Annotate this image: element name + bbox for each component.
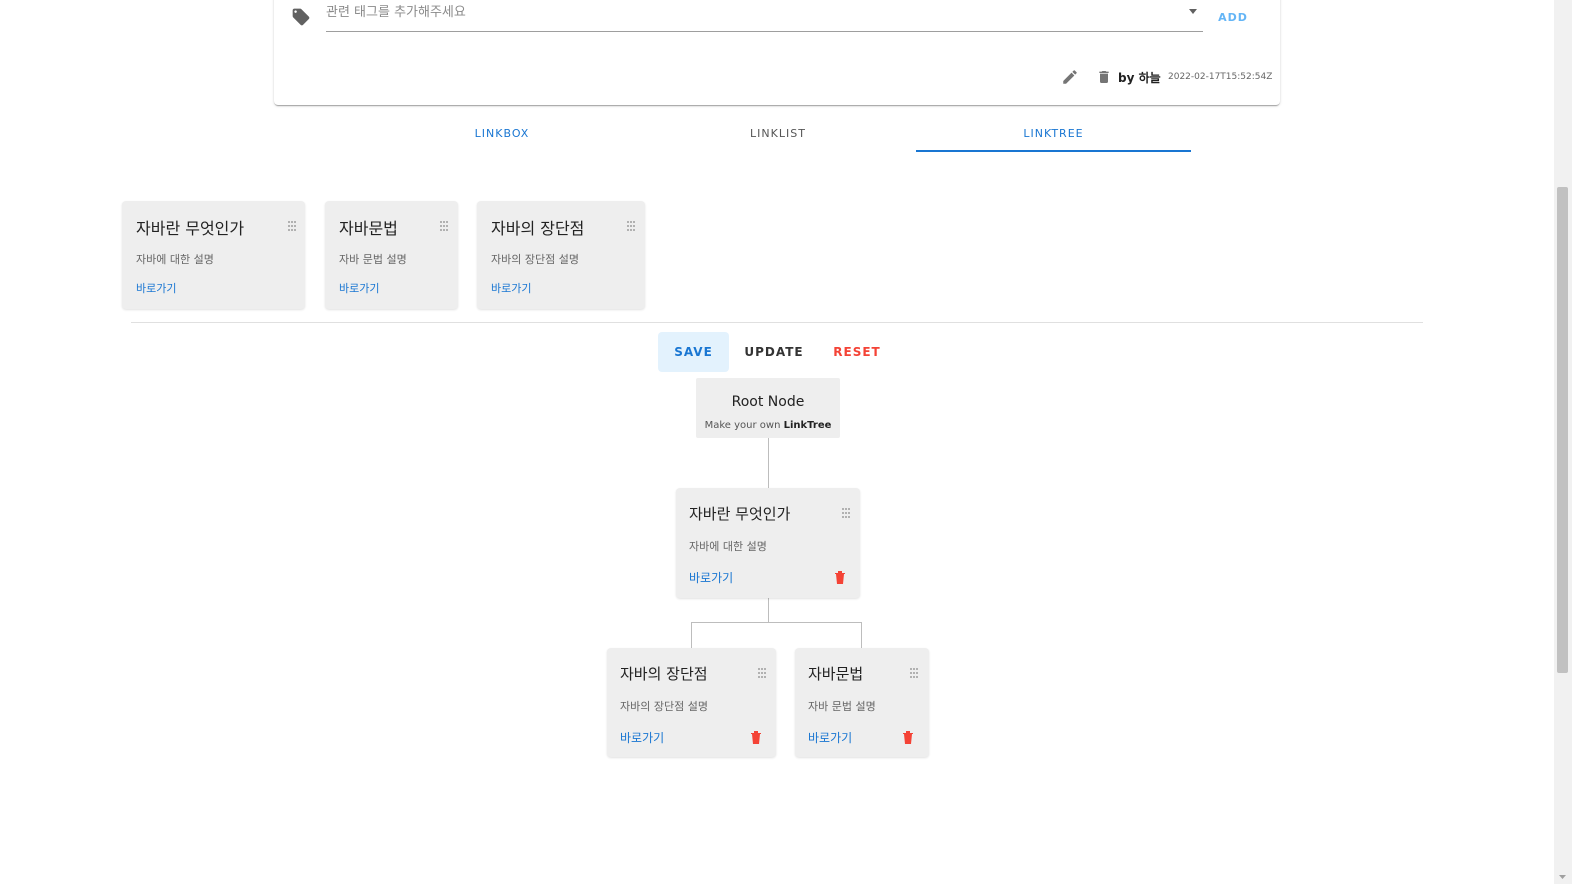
- tree-connector: [691, 622, 692, 648]
- card-title: 자바의 장단점: [491, 219, 585, 238]
- card-goto-link[interactable]: 바로가기: [339, 280, 379, 296]
- drag-handle-icon[interactable]: [841, 507, 851, 519]
- scrollbar-thumb[interactable]: [1557, 187, 1568, 673]
- node-description: 자바 문법 설명: [808, 700, 876, 713]
- tree-connector: [768, 438, 769, 488]
- dropdown-caret-icon[interactable]: [1186, 6, 1200, 16]
- card-description: 자바의 장단점 설명: [491, 253, 579, 266]
- tree-connector: [691, 622, 862, 623]
- drag-handle-icon[interactable]: [439, 220, 449, 232]
- delete-node-icon[interactable]: [834, 570, 846, 584]
- node-description: 자바에 대한 설명: [689, 540, 767, 553]
- delete-post-icon[interactable]: [1096, 68, 1112, 86]
- root-node-subtitle: Make your own LinkTree: [704, 420, 832, 431]
- palette-card[interactable]: 자바의 장단점 자바의 장단점 설명 바로가기: [477, 201, 645, 309]
- scroll-down-arrow-icon[interactable]: [1557, 872, 1568, 882]
- drag-handle-icon[interactable]: [626, 220, 636, 232]
- card-goto-link[interactable]: 바로가기: [491, 280, 531, 296]
- card-description: 자바 문법 설명: [339, 253, 407, 266]
- node-description: 자바의 장단점 설명: [620, 700, 708, 713]
- tree-node[interactable]: 자바문법 자바 문법 설명 바로가기: [795, 648, 929, 757]
- author-label: by 하늘: [1118, 71, 1161, 85]
- tab-active-indicator: [916, 150, 1191, 152]
- node-goto-link[interactable]: 바로가기: [620, 729, 664, 746]
- delete-node-icon[interactable]: [750, 730, 762, 744]
- drag-handle-icon[interactable]: [909, 667, 919, 679]
- node-goto-link[interactable]: 바로가기: [689, 569, 733, 586]
- tree-node[interactable]: 자바의 장단점 자바의 장단점 설명 바로가기: [607, 648, 776, 757]
- edit-pencil-icon[interactable]: [1061, 68, 1079, 86]
- post-timestamp: 2022-02-17T15:52:54Z: [1168, 72, 1273, 82]
- tag-icon: [292, 8, 310, 26]
- card-title: 자바문법: [339, 219, 398, 238]
- node-goto-link[interactable]: 바로가기: [808, 729, 852, 746]
- card-description: 자바에 대한 설명: [136, 253, 214, 266]
- tree-node[interactable]: 자바란 무엇인가 자바에 대한 설명 바로가기: [676, 488, 860, 598]
- node-title: 자바문법: [808, 665, 864, 683]
- tree-connector: [768, 598, 769, 622]
- node-title: 자바란 무엇인가: [689, 505, 791, 523]
- add-tag-button[interactable]: ADD: [1212, 6, 1254, 30]
- tree-connector: [861, 622, 862, 648]
- card-goto-link[interactable]: 바로가기: [136, 280, 176, 296]
- update-button[interactable]: UPDATE: [737, 332, 811, 372]
- root-node-title: Root Node: [731, 394, 805, 410]
- node-title: 자바의 장단점: [620, 665, 708, 683]
- drag-handle-icon[interactable]: [287, 220, 297, 232]
- drag-handle-icon[interactable]: [757, 667, 767, 679]
- tab-linkbox[interactable]: LINKBOX: [364, 123, 640, 151]
- save-button[interactable]: SAVE: [658, 332, 729, 372]
- card-title: 자바란 무엇인가: [136, 219, 245, 238]
- palette-card[interactable]: 자바란 무엇인가 자바에 대한 설명 바로가기: [122, 201, 305, 309]
- tag-input[interactable]: [326, 2, 1166, 22]
- palette-card[interactable]: 자바문법 자바 문법 설명 바로가기: [325, 201, 458, 309]
- delete-node-icon[interactable]: [902, 730, 914, 744]
- reset-button[interactable]: RESET: [822, 332, 892, 372]
- tree-root-node: Root Node Make your own LinkTree: [696, 378, 840, 438]
- tag-input-underline: [326, 31, 1203, 32]
- section-divider: [131, 322, 1423, 323]
- tab-linklist[interactable]: LINKLIST: [640, 123, 916, 151]
- tab-linktree[interactable]: LINKTREE: [916, 123, 1191, 151]
